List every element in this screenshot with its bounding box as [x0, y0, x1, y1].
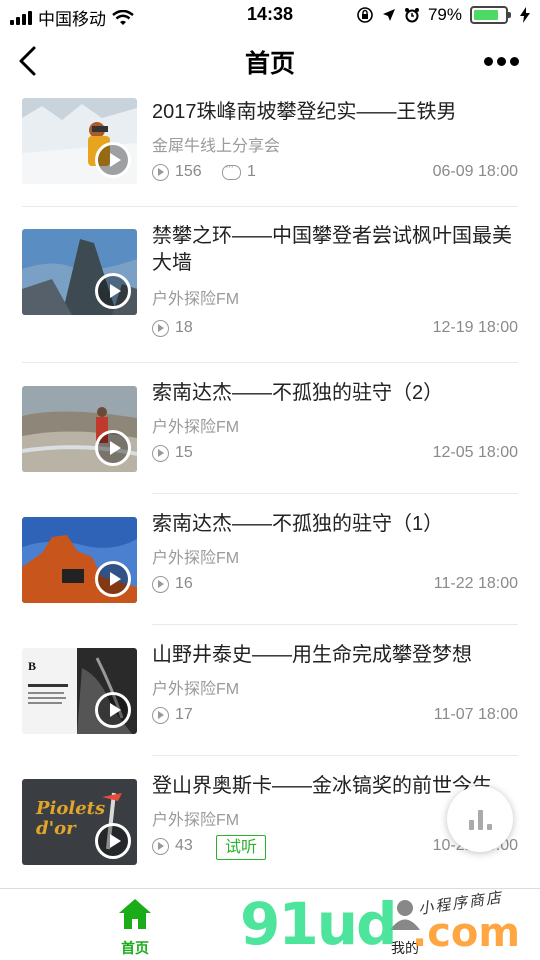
- thumbnail-image: [22, 229, 137, 315]
- play-icon: [95, 561, 131, 597]
- item-source: 户外探险FM: [152, 550, 240, 567]
- item-date: 06-09 18:00: [432, 163, 518, 180]
- tab-home-label: 首页: [121, 940, 149, 956]
- item-title: 索南达杰——不孤独的驻守（1）: [152, 513, 444, 535]
- play-count: 16: [152, 575, 193, 593]
- svg-text:B: B: [28, 659, 36, 673]
- bar-chart-icon: [469, 820, 474, 830]
- play-count: 15: [152, 444, 193, 462]
- divider: [152, 755, 518, 756]
- more-dots-icon[interactable]: [484, 54, 520, 68]
- status-right: 79%: [356, 5, 530, 25]
- play-count: 43: [152, 837, 193, 855]
- item-title: 山野井泰史——用生命完成攀登梦想: [152, 644, 472, 666]
- item-meta: 15 12-05 18:00: [152, 444, 518, 466]
- status-bar: 中国移动 14:38 79%: [0, 0, 540, 30]
- tab-mine-label: 我的: [391, 940, 419, 956]
- divider: [22, 206, 518, 207]
- play-count: 18: [152, 319, 193, 337]
- thumbnail-image: Piolets d'or: [22, 779, 137, 865]
- play-count-value: 17: [175, 706, 193, 723]
- play-count-icon: [152, 837, 169, 855]
- item-meta: 18 12-19 18:00: [152, 319, 518, 341]
- bar-chart-icon-bar: [487, 824, 492, 830]
- thumbnail-image: [22, 98, 137, 184]
- divider: [152, 624, 518, 625]
- item-date: 12-05 18:00: [432, 444, 518, 461]
- item-date: 11-22 18:00: [433, 575, 518, 592]
- item-title: 2017珠峰南坡攀登纪实——王铁男: [152, 101, 457, 123]
- item-meta: 16 11-22 18:00: [152, 575, 518, 597]
- page-title: 首页: [244, 50, 295, 78]
- item-title: 禁攀之环——中国攀登者尝试枫叶国最美大墙: [152, 225, 512, 274]
- navigation-bar: 首页: [0, 30, 540, 92]
- stats-float-button[interactable]: [447, 786, 513, 852]
- play-count-icon: [152, 444, 169, 462]
- item-meta: 156 1 06-09 18:00: [152, 161, 518, 185]
- play-icon: [95, 273, 131, 309]
- item-source: 户外探险FM: [152, 681, 240, 698]
- play-count-value: 15: [175, 444, 193, 461]
- tab-bar: 首页 我的: [0, 888, 540, 960]
- item-title: 索南达杰——不孤独的驻守（2）: [152, 382, 444, 404]
- charging-icon: [520, 7, 530, 23]
- play-count-value: 18: [175, 319, 193, 336]
- thumbnail-image: [22, 386, 137, 472]
- play-icon: [95, 823, 131, 859]
- play-icon: [95, 142, 131, 178]
- divider: [22, 362, 518, 363]
- trial-badge: 试听: [216, 835, 267, 860]
- battery-percent: 79%: [427, 5, 462, 24]
- location-icon: [382, 9, 395, 21]
- item-meta: 17 11-07 18:00: [152, 706, 518, 728]
- play-count-icon: [152, 706, 169, 724]
- comment-count-value: 1: [247, 163, 256, 180]
- play-icon: [95, 692, 131, 728]
- alarm-icon: [404, 8, 419, 23]
- bar-chart-icon-bar: [478, 810, 483, 830]
- item-date: 12-19 18:00: [432, 319, 518, 336]
- play-count-icon: [152, 163, 169, 181]
- play-count-icon: [152, 319, 169, 337]
- tab-home[interactable]: 首页: [85, 897, 185, 958]
- play-count-value: 43: [175, 837, 193, 854]
- item-date: 11-07 18:00: [433, 706, 518, 723]
- item-source: 户外探险FM: [152, 812, 240, 829]
- home-icon: [119, 899, 151, 929]
- user-icon: [390, 900, 420, 930]
- item-source: 金犀牛线上分享会: [152, 138, 281, 155]
- play-icon: [95, 430, 131, 466]
- tab-mine[interactable]: 我的: [355, 897, 455, 958]
- orientation-lock-icon: [357, 7, 373, 23]
- item-source: 户外探险FM: [152, 291, 240, 308]
- play-count-value: 156: [175, 163, 202, 180]
- thumbnail-image: [22, 517, 137, 603]
- divider: [152, 493, 518, 494]
- play-count-icon: [152, 575, 169, 593]
- comment-icon: [222, 161, 241, 180]
- comment-count: 1: [222, 161, 256, 181]
- play-count: 156: [152, 163, 202, 181]
- battery-icon: [470, 6, 511, 24]
- thumbnail-image: B: [22, 648, 137, 734]
- play-count: 17: [152, 706, 193, 724]
- item-source: 户外探险FM: [152, 419, 240, 436]
- play-count-value: 16: [175, 575, 193, 592]
